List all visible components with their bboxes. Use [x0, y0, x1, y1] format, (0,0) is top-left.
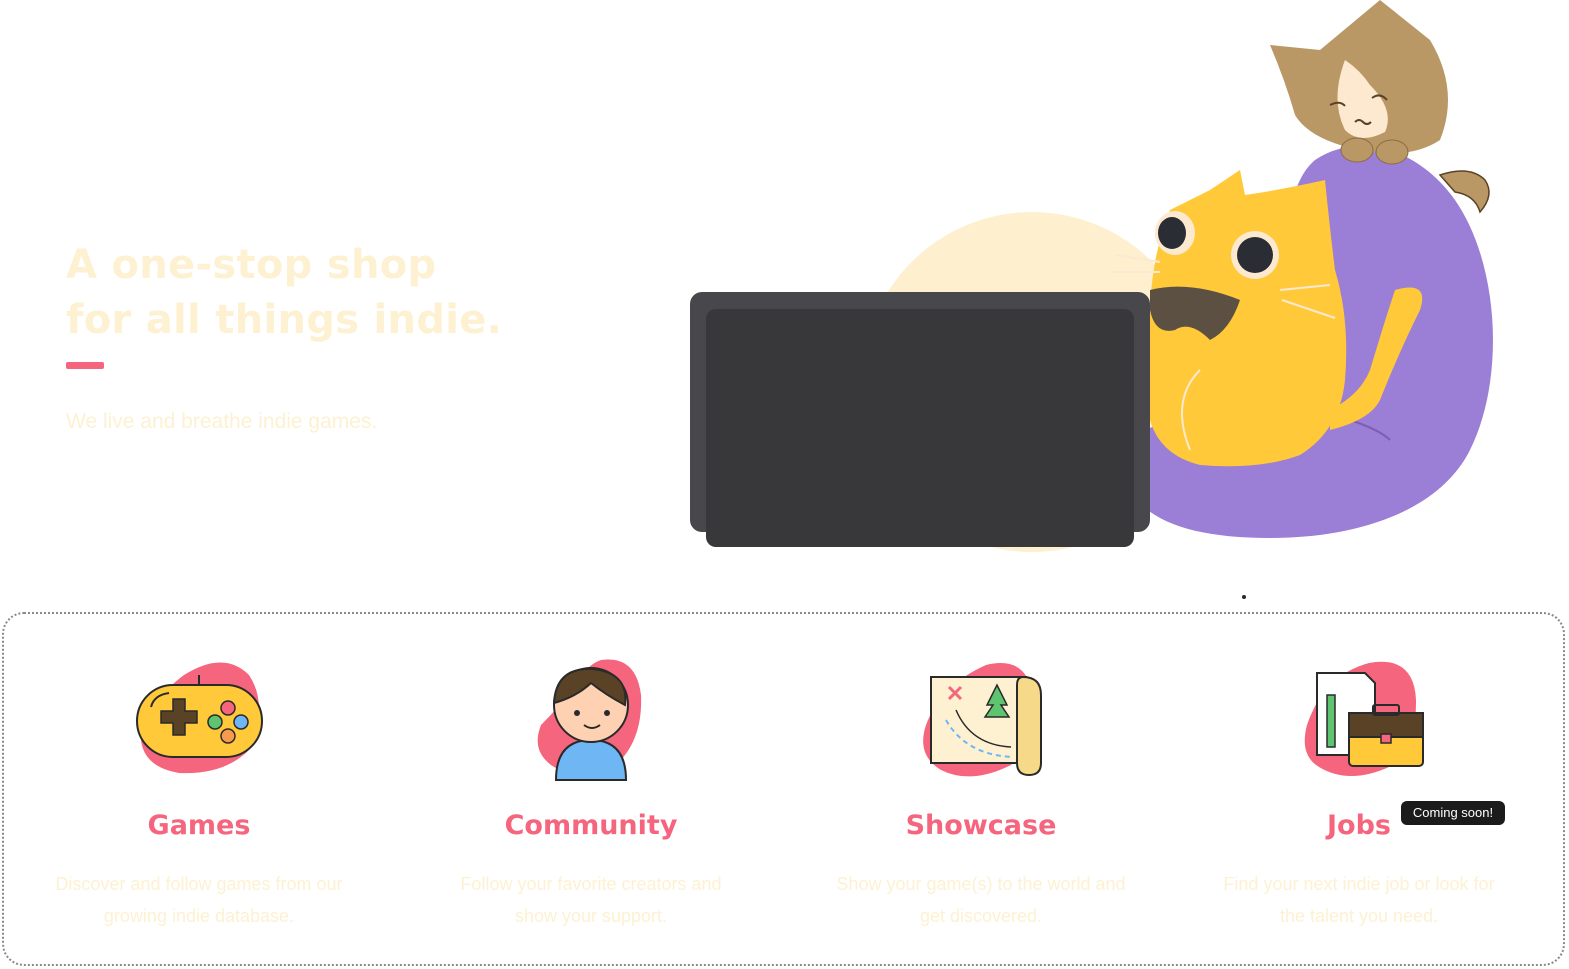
- feature-community[interactable]: Community Follow your favorite creators …: [395, 655, 787, 955]
- map-icon: [923, 663, 1042, 777]
- hero-illustration: [690, 0, 1493, 552]
- person-icon: [537, 659, 642, 781]
- feature-description: Show your game(s) to the world and get d…: [836, 874, 1126, 926]
- gamepad-icon: [136, 662, 263, 774]
- feature-description: Follow your favorite creators and show y…: [460, 874, 722, 926]
- feature-description: Find your next indie job or look for the…: [1223, 874, 1495, 926]
- feature-title: Community: [504, 810, 678, 841]
- feature-games[interactable]: Games Discover and follow games from our…: [3, 655, 395, 955]
- feature-description: Discover and follow games from our growi…: [55, 874, 343, 926]
- briefcase-icon: [1304, 661, 1424, 776]
- laptop-illustration: [690, 292, 1150, 547]
- feature-title: Games: [147, 810, 251, 841]
- dot-marker: [1242, 595, 1246, 599]
- coming-soon-badge: Coming soon!: [1401, 801, 1505, 825]
- feature-title: Showcase: [905, 810, 1057, 841]
- feature-showcase[interactable]: Showcase Show your game(s) to the world …: [785, 655, 1177, 955]
